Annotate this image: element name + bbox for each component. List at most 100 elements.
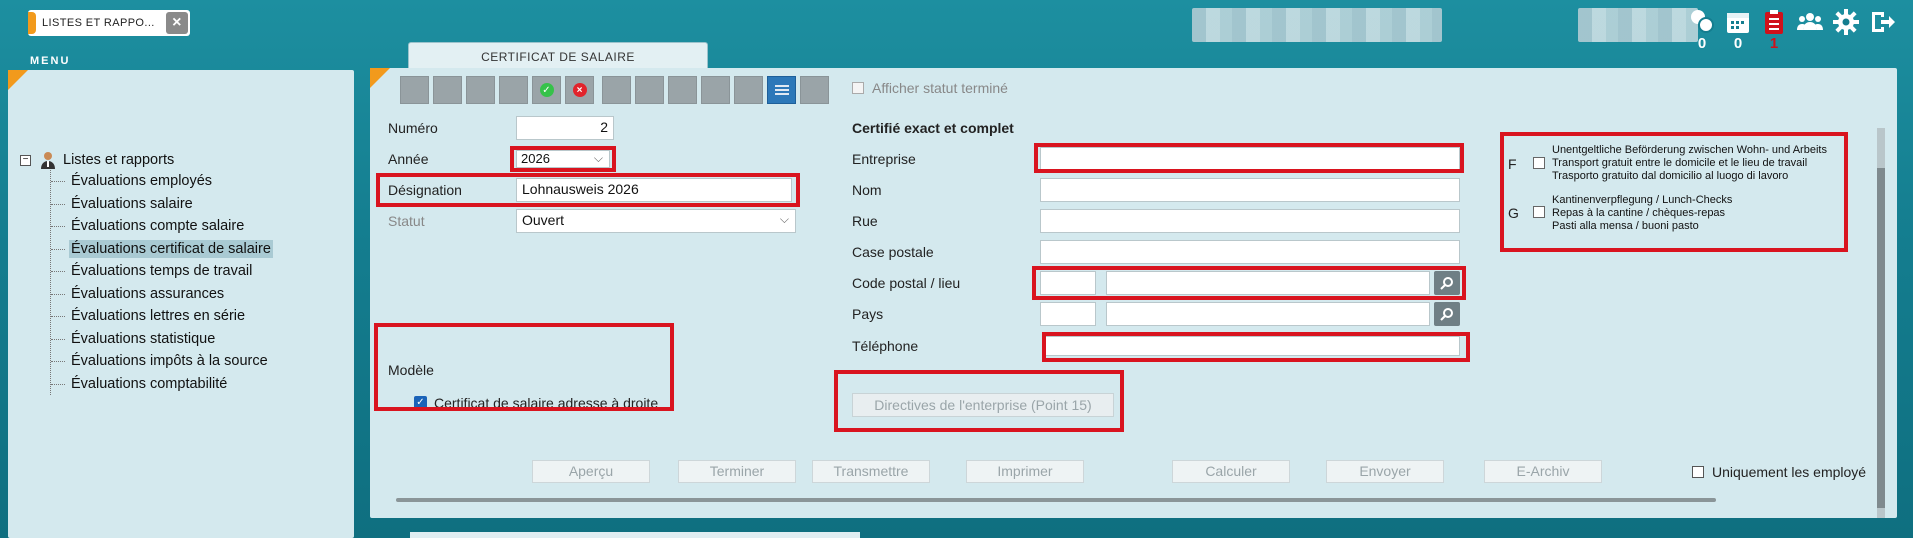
sidebar-item-compte-salaire[interactable]: Évaluations compte salaire [51,215,273,238]
envoyer-button[interactable]: Envoyer [1326,460,1444,483]
nom-input[interactable] [1040,178,1460,202]
pays-code-input[interactable] [1040,302,1096,326]
code-postal-input[interactable] [1040,271,1096,295]
collapse-icon[interactable]: − [20,154,31,166]
sidebar-item-comptabilite[interactable]: Évaluations comptabilité [51,373,273,396]
uniquement-employes-label: Uniquement les employé [1712,464,1867,480]
sidebar-item-salaire[interactable]: Évaluations salaire [51,193,273,216]
close-icon[interactable]: × [166,12,188,34]
checkbox-box[interactable] [1692,466,1704,478]
show-finished-checkbox[interactable]: Afficher statut terminé [852,80,1008,96]
check-icon: ✓ [539,83,554,97]
menu-label: MENU [30,55,71,67]
calendar-icon[interactable]: 0 [1723,8,1753,56]
search-pays-button[interactable] [1434,302,1460,326]
sidebar-corner [8,70,28,90]
toolbar-button-7[interactable] [602,76,631,104]
sidebar-item-employes[interactable]: Évaluations employés [51,170,273,193]
sidebar-item-assurances[interactable]: Évaluations assurances [51,283,273,306]
bottom-strip [410,532,860,538]
checkbox-box[interactable] [852,82,864,94]
option-f-line-de: Unentgeltliche Beförderung zwischen Wohn… [1552,144,1827,156]
sidebar-item-label: Évaluations employés [71,173,213,189]
terminer-button[interactable]: Terminer [678,460,796,483]
toolbar-button-2[interactable] [433,76,462,104]
toolbar-button-9[interactable] [668,76,697,104]
app-tab[interactable]: LISTES ET RAPPO... × [28,10,190,36]
statut-select[interactable]: Ouvert ⌵ [516,209,796,233]
calendar-count: 0 [1733,35,1743,52]
toolbar-button-3[interactable] [466,76,495,104]
apercu-button[interactable]: Aperçu [532,460,650,483]
sidebar-item-label: Évaluations impôts à la source [71,353,268,369]
statut-label: Statut [388,213,425,229]
gear-icon[interactable] [1831,8,1861,56]
case-postale-label: Case postale [852,244,934,260]
earchiv-button[interactable]: E-Archiv [1484,460,1602,483]
users-icon[interactable] [1795,8,1825,56]
modele-checkbox[interactable]: ✓ [414,396,427,409]
tree-root[interactable]: − Listes et rapports [20,150,273,170]
option-g-line-de: Kantinenverpflegung / Lunch-Checks [1552,194,1733,206]
chat-icon[interactable]: 0 [1687,8,1717,56]
list-view-button[interactable] [767,76,796,104]
rue-input[interactable] [1040,209,1460,233]
clipboard-icon[interactable]: 1 [1759,8,1789,56]
calculer-button[interactable]: Calculer [1172,460,1290,483]
designation-input[interactable]: Lohnausweis 2026 [516,178,792,202]
option-f-text: Unentgeltliche Beförderung zwischen Wohn… [1552,144,1827,183]
nom-label: Nom [852,182,882,198]
toolbar-button-10[interactable] [701,76,730,104]
search-lieu-button[interactable] [1434,271,1460,295]
option-f-checkbox[interactable] [1533,157,1545,169]
section-title: Certifié exact et complet [852,120,1014,136]
tab-marker [28,12,36,34]
main-corner [370,68,390,88]
toolbar-button-11[interactable] [734,76,763,104]
imprimer-button[interactable]: Imprimer [966,460,1084,483]
chevron-down-icon: ⌵ [593,151,603,165]
sidebar-item-statistique[interactable]: Évaluations statistique [51,328,273,351]
vertical-scrollbar[interactable] [1877,128,1885,518]
close-icon: × [572,83,587,97]
option-g-letter: G [1508,205,1519,221]
option-g-line-it: Pasti alla mensa / buoni pasto [1552,220,1699,232]
lieu-input[interactable] [1106,271,1430,295]
tab-certificat-salaire[interactable]: CERTIFICAT DE SALAIRE [408,42,708,70]
directives-button[interactable]: Directives de l'enterprise (Point 15) [852,393,1114,417]
search-icon [1440,308,1453,321]
toolbar-button-8[interactable] [635,76,664,104]
confirm-button[interactable]: ✓ [532,76,561,104]
sidebar-item-lettres-serie[interactable]: Évaluations lettres en série [51,305,273,328]
rue-label: Rue [852,213,878,229]
sidebar-item-temps-travail[interactable]: Évaluations temps de travail [51,260,273,283]
sidebar-item-label: Évaluations assurances [71,285,225,302]
annee-select[interactable]: 2026 ⌵ [516,150,610,168]
sidebar-item-certificat-salaire[interactable]: Évaluations certificat de salaire [51,238,273,261]
modele-label: Modèle [388,362,434,378]
logout-icon[interactable] [1867,8,1897,56]
option-g-text: Kantinenverpflegung / Lunch-Checks Repas… [1552,194,1732,233]
sidebar-item-label: Évaluations temps de travail [71,263,253,279]
sidebar-item-impots-source[interactable]: Évaluations impôts à la source [51,350,273,373]
telephone-label: Téléphone [852,338,919,354]
show-finished-label: Afficher statut terminé [872,80,1008,96]
sidebar-item-label: Évaluations compte salaire [71,218,245,234]
pays-input[interactable] [1106,302,1430,326]
scrollbar-thumb[interactable] [1877,168,1885,508]
sidebar: − Listes et rapports Évaluations employé… [8,70,354,538]
annee-label: Année [388,151,429,167]
transmettre-button[interactable]: Transmettre [812,460,930,483]
numero-input[interactable]: 2 [516,116,614,140]
toolbar-button-4[interactable] [499,76,528,104]
entreprise-input[interactable] [1040,147,1460,171]
telephone-input[interactable] [1044,336,1460,356]
uniquement-employes-checkbox[interactable]: Uniquement les employé [1692,464,1866,480]
case-postale-input[interactable] [1040,240,1460,264]
toolbar-button-1[interactable] [400,76,429,104]
option-g-checkbox[interactable] [1533,206,1545,218]
list-icon [774,85,789,95]
horizontal-scrollbar[interactable] [396,498,1716,502]
toolbar-button-13[interactable] [800,76,829,104]
cancel-button[interactable]: × [565,76,594,104]
